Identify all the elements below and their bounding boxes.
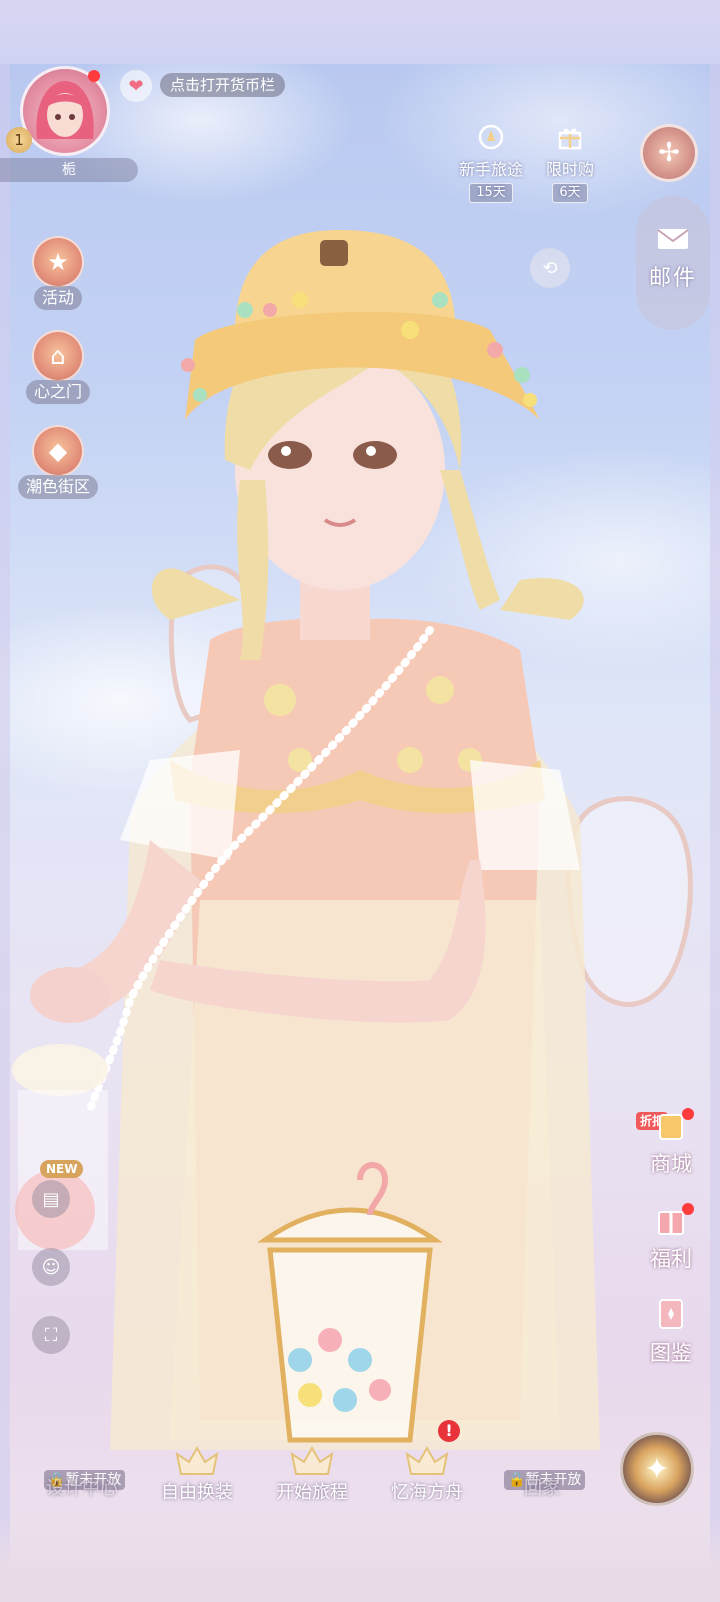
gift-box-icon [558, 128, 582, 150]
diamond-icon: ◆ [32, 425, 84, 477]
nav-label: 自由换装 [161, 1482, 233, 1503]
mail-button[interactable]: 邮件 [636, 196, 710, 330]
wardrobe-icon[interactable]: ▤ [32, 1180, 70, 1218]
pinwheel-icon[interactable]: ✢ [640, 124, 698, 182]
compass-icon [478, 124, 504, 150]
door-icon: ⌂ [32, 330, 84, 382]
left-menu-trend-street[interactable]: ◆ 潮色街区 [16, 425, 100, 499]
envelope-icon [657, 229, 689, 249]
shopping-bag-icon [659, 1114, 683, 1140]
gift-icon [658, 1211, 684, 1235]
novice-journey-event[interactable]: 新手旅途 15天 [455, 122, 527, 203]
left-menu-activity[interactable]: ★ 活动 [16, 236, 100, 310]
nav-label: 忆海方舟 [391, 1482, 463, 1503]
welfare-button[interactable]: 福利 [640, 1200, 702, 1273]
card-album-icon [659, 1299, 683, 1329]
fullscreen-icon[interactable]: ⛶ [32, 1316, 70, 1354]
nav-home[interactable]: 回家 [482, 1440, 602, 1500]
nav-start-journey[interactable]: 开始旅程 [252, 1440, 372, 1504]
gallery-label: 图鉴 [650, 1341, 692, 1365]
nav-label: 开始旅程 [276, 1482, 348, 1503]
avatar-notification-dot [88, 70, 100, 82]
crown-icon [290, 1445, 334, 1475]
limited-shop-days: 6天 [552, 183, 588, 203]
game-scene: 1 栀 ❤ 点击打开货币栏 新手旅途 15天 限时购 6天 ✢ 邮件 ⟲ ★ 活… [0, 0, 720, 1602]
mail-label: 邮件 [648, 266, 697, 291]
novice-journey-days: 15天 [469, 183, 513, 203]
left-menu-heart-gate[interactable]: ⌂ 心之门 [16, 330, 100, 404]
star-burst-icon: ★ [32, 236, 84, 288]
crown-icon [405, 1445, 449, 1475]
ark-alert-badge: ! [438, 1420, 460, 1442]
welfare-label: 福利 [650, 1247, 692, 1271]
new-badge: NEW [40, 1160, 84, 1178]
limited-shop-event[interactable]: 限时购 6天 [534, 122, 606, 203]
left-menu-label: 活动 [33, 286, 82, 310]
left-menu-label: 潮色街区 [17, 475, 98, 499]
novice-journey-label: 新手旅途 [458, 160, 523, 179]
gallery-button[interactable]: 图鉴 [640, 1294, 702, 1367]
nav-label: 设计中心 [46, 1478, 118, 1499]
currency-bar-toggle[interactable]: 点击打开货币栏 [160, 73, 286, 97]
shop-button[interactable]: 商城 [640, 1105, 702, 1178]
player-name[interactable]: 栀 [0, 158, 138, 182]
nav-design-center[interactable]: 设计中心 [22, 1440, 142, 1500]
crown-icon [175, 1445, 219, 1475]
character-illustration [12, 230, 693, 1450]
limited-shop-label: 限时购 [545, 160, 594, 179]
shop-label: 商城 [650, 1152, 692, 1176]
nav-label: 回家 [524, 1478, 560, 1499]
chat-icon[interactable]: ☺ [32, 1248, 70, 1286]
heart-icon[interactable]: ❤ [120, 70, 152, 102]
bottom-frame [0, 1520, 720, 1602]
rotate-view-icon[interactable]: ⟲ [530, 248, 570, 288]
nav-free-dressup[interactable]: 自由换装 [137, 1440, 257, 1504]
nav-memory-ark[interactable]: 忆海方舟 [367, 1440, 487, 1504]
sparkle-star-icon[interactable]: ✦ [620, 1432, 694, 1506]
left-menu-label: 心之门 [25, 380, 90, 404]
player-level-badge: 1 [6, 127, 32, 153]
